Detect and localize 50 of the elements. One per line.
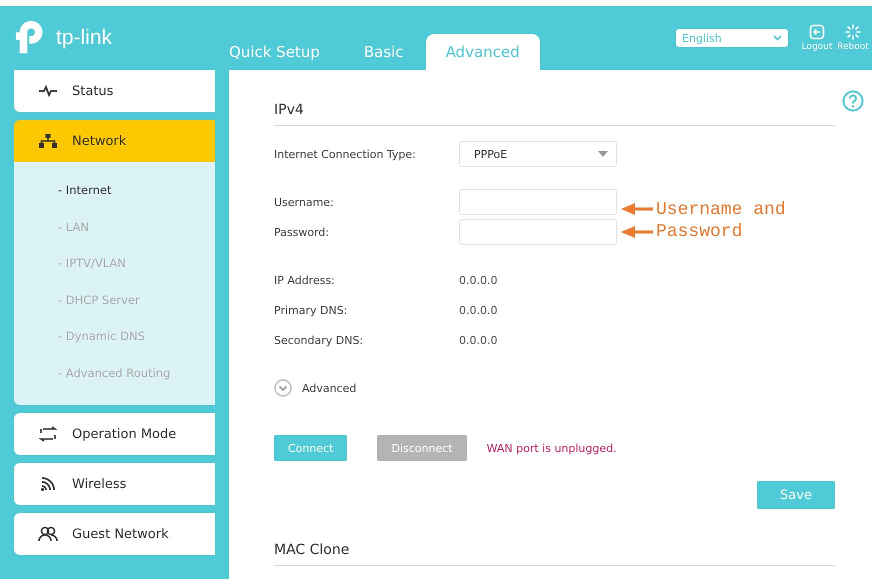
nav-tab[interactable]: Quick Setup [229,34,342,70]
save-button[interactable]: Save [757,481,835,509]
submenu-item[interactable]: - Dynamic DNS [58,318,215,354]
status-message: WAN port is unplugged. [486,442,617,454]
logo-text: tp-link [56,26,112,50]
action-button[interactable]: Connect [274,435,348,461]
chevron-icon [773,35,782,41]
submenu-item[interactable]: - Advanced Routing [58,354,215,391]
users-icon [38,526,58,542]
submenu-item[interactable]: - IPTV/VLAN [58,245,215,282]
header-action-button[interactable]: Reboot [836,24,870,52]
swap-arrows-icon [38,426,58,442]
field-value: 0.0.0.0 [459,274,498,286]
language-dropdown[interactable]: English [676,29,788,47]
field-label: Primary DNS: [274,304,348,316]
submenu-item[interactable]: - DHCP Server [58,282,215,318]
sidebar-item[interactable]: Status [14,70,215,112]
help-icon[interactable] [842,90,864,112]
submenu-item[interactable]: - Internet [58,172,215,208]
field-label: Username: [274,196,335,208]
field-label: Internet Connection Type: [274,148,417,160]
wifi-icon [38,476,58,492]
header-action-button[interactable]: Logout [800,24,834,52]
pulse-icon [38,85,58,97]
arrow-annotation [621,226,653,238]
sidebar-item[interactable]: Wireless [14,463,215,505]
nav-tab[interactable]: Advanced [426,34,540,70]
loading-icon [845,24,861,40]
sidebar-item[interactable]: Guest Network [14,513,215,555]
field-value: 0.0.0.0 [459,334,498,346]
advanced-toggle[interactable]: Advanced [274,379,356,397]
section-title: MAC Clone [274,542,350,560]
dropdown-triangle-icon [598,151,608,157]
annotation-text: Username and Password [656,199,787,243]
connection-type-dropdown[interactable]: PPPoE [459,141,617,167]
input-field[interactable] [459,189,617,215]
field-label: Secondary DNS: [274,334,364,346]
sidebar-item[interactable]: Network [14,120,215,162]
sidebar-item[interactable]: Operation Mode [14,413,215,455]
field-label: IP Address: [274,274,336,286]
section-title: IPv4 [274,102,305,120]
field-value: 0.0.0.0 [459,304,498,316]
field-label: Password: [274,226,330,238]
input-field[interactable] [459,219,617,245]
submenu-item[interactable]: - LAN [58,208,215,245]
logout-icon [809,24,825,40]
network-icon [38,134,58,148]
nav-tab[interactable]: Basic [342,34,426,70]
chevron-down-icon [274,379,292,397]
arrow-annotation [621,203,653,215]
